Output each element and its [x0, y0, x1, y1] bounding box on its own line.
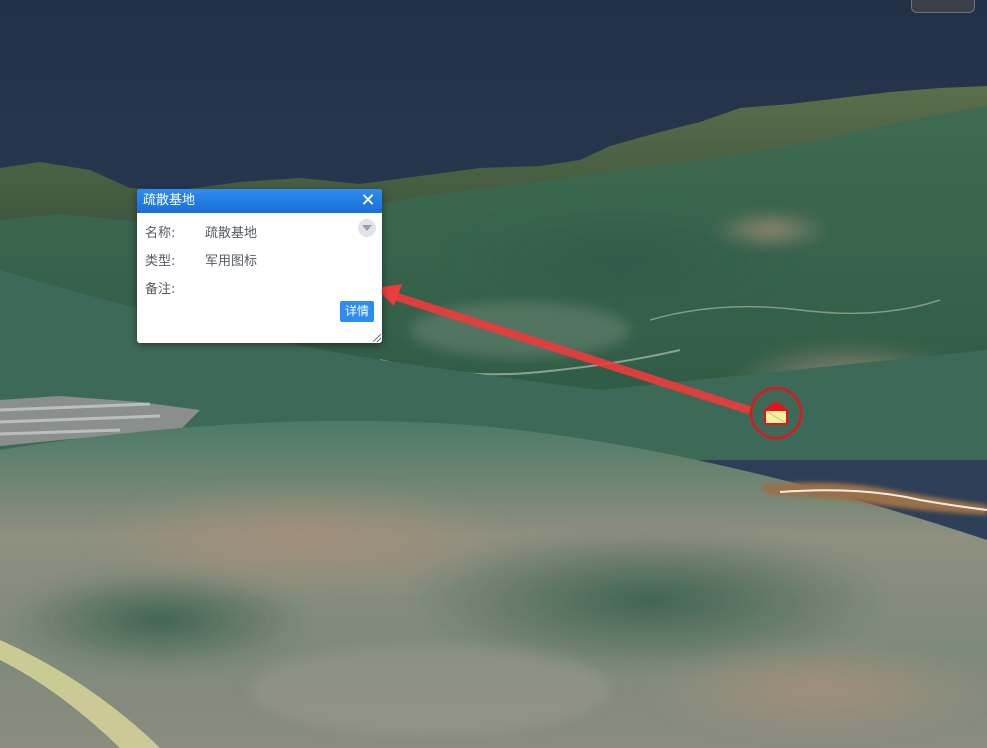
name-value: 疏散基地 — [205, 226, 258, 241]
note-label: 备注: — [145, 282, 176, 297]
name-label: 名称: — [145, 226, 176, 241]
navigation-widget[interactable] — [911, 0, 975, 13]
name-row: 名称: 疏散基地 — [145, 225, 374, 253]
chevron-down-icon[interactable] — [358, 219, 376, 237]
map-3d-viewport[interactable]: 疏散基地 ✕ 名称: 疏散基地 类型: 军用图标 备注: 详情 — [0, 0, 987, 748]
type-value: 军用图标 — [205, 254, 258, 269]
type-row: 类型: 军用图标 — [145, 253, 374, 281]
detail-button[interactable]: 详情 — [339, 301, 374, 322]
popup-body: 名称: 疏散基地 类型: 军用图标 备注: — [137, 213, 382, 303]
type-label: 类型: — [145, 254, 176, 269]
terrain-scene[interactable] — [0, 0, 987, 748]
popup-header: 疏散基地 ✕ — [137, 189, 382, 213]
popup-title: 疏散基地 — [143, 193, 196, 208]
resize-handle[interactable] — [373, 334, 381, 342]
info-popup: 疏散基地 ✕ 名称: 疏散基地 类型: 军用图标 备注: 详情 — [137, 189, 382, 343]
note-row: 备注: — [145, 281, 374, 303]
close-icon[interactable]: ✕ — [358, 191, 378, 211]
